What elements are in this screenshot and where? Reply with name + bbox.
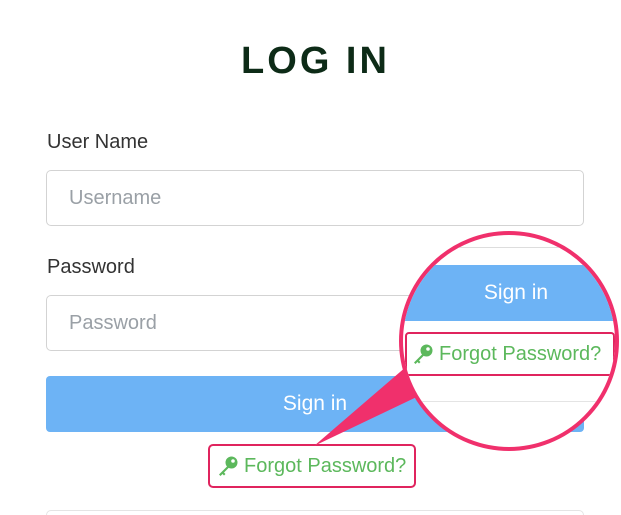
page-title: LOG IN <box>241 40 390 82</box>
forgot-password-label: Forgot Password? <box>244 454 407 477</box>
zoom-callout: Sign in Forgot Password? <box>399 231 619 451</box>
username-label: User Name <box>47 131 149 153</box>
zoom-divider <box>403 247 615 248</box>
forgot-password-link[interactable]: Forgot Password? <box>208 444 417 488</box>
zoom-forgot-password-label: Forgot Password? <box>439 342 602 365</box>
zoom-forgot-password-link: Forgot Password? <box>405 332 615 376</box>
bottom-panel <box>46 510 584 515</box>
login-page: LOG IN User Name Password Sign in Forgot… <box>0 0 621 515</box>
zoom-sign-in-button: Sign in <box>403 265 615 321</box>
key-icon <box>216 454 240 478</box>
password-label: Password <box>47 256 135 278</box>
key-icon <box>411 342 435 366</box>
username-input[interactable] <box>46 170 584 226</box>
zoom-divider-bottom <box>403 401 615 402</box>
